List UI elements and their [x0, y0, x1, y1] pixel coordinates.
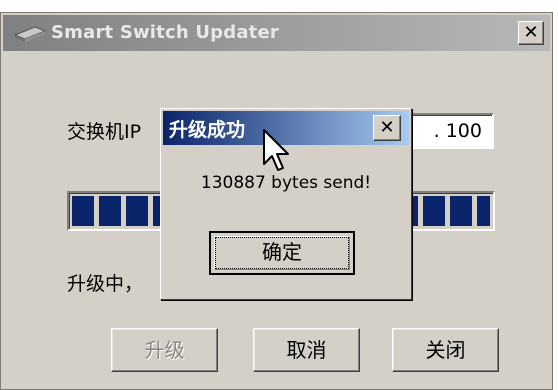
dialog-title: 升级成功: [169, 119, 246, 141]
switch-ip-input[interactable]: . 100: [406, 113, 494, 149]
dialog-message: 130887 bytes send!: [200, 173, 372, 193]
dialog-ok-button[interactable]: 确定: [209, 231, 355, 275]
switch-ip-label: 交换机IP: [67, 121, 142, 143]
window-titlebar[interactable]: Smart Switch Updater ✕: [3, 15, 550, 51]
dialog-close-button[interactable]: ✕: [373, 115, 401, 141]
ip-last-octet: . 100: [433, 120, 482, 142]
window-title: Smart Switch Updater: [51, 22, 279, 43]
status-text: 升级中，: [67, 273, 144, 295]
upgrade-button[interactable]: 升级: [111, 328, 218, 372]
window-close-button[interactable]: ✕: [518, 21, 544, 45]
dialog-ok-label: 确定: [215, 237, 349, 269]
close-button[interactable]: 关闭: [392, 328, 499, 372]
mouse-cursor-icon: [263, 129, 289, 171]
cancel-button[interactable]: 取消: [253, 328, 360, 372]
network-switch-icon: [13, 26, 47, 42]
